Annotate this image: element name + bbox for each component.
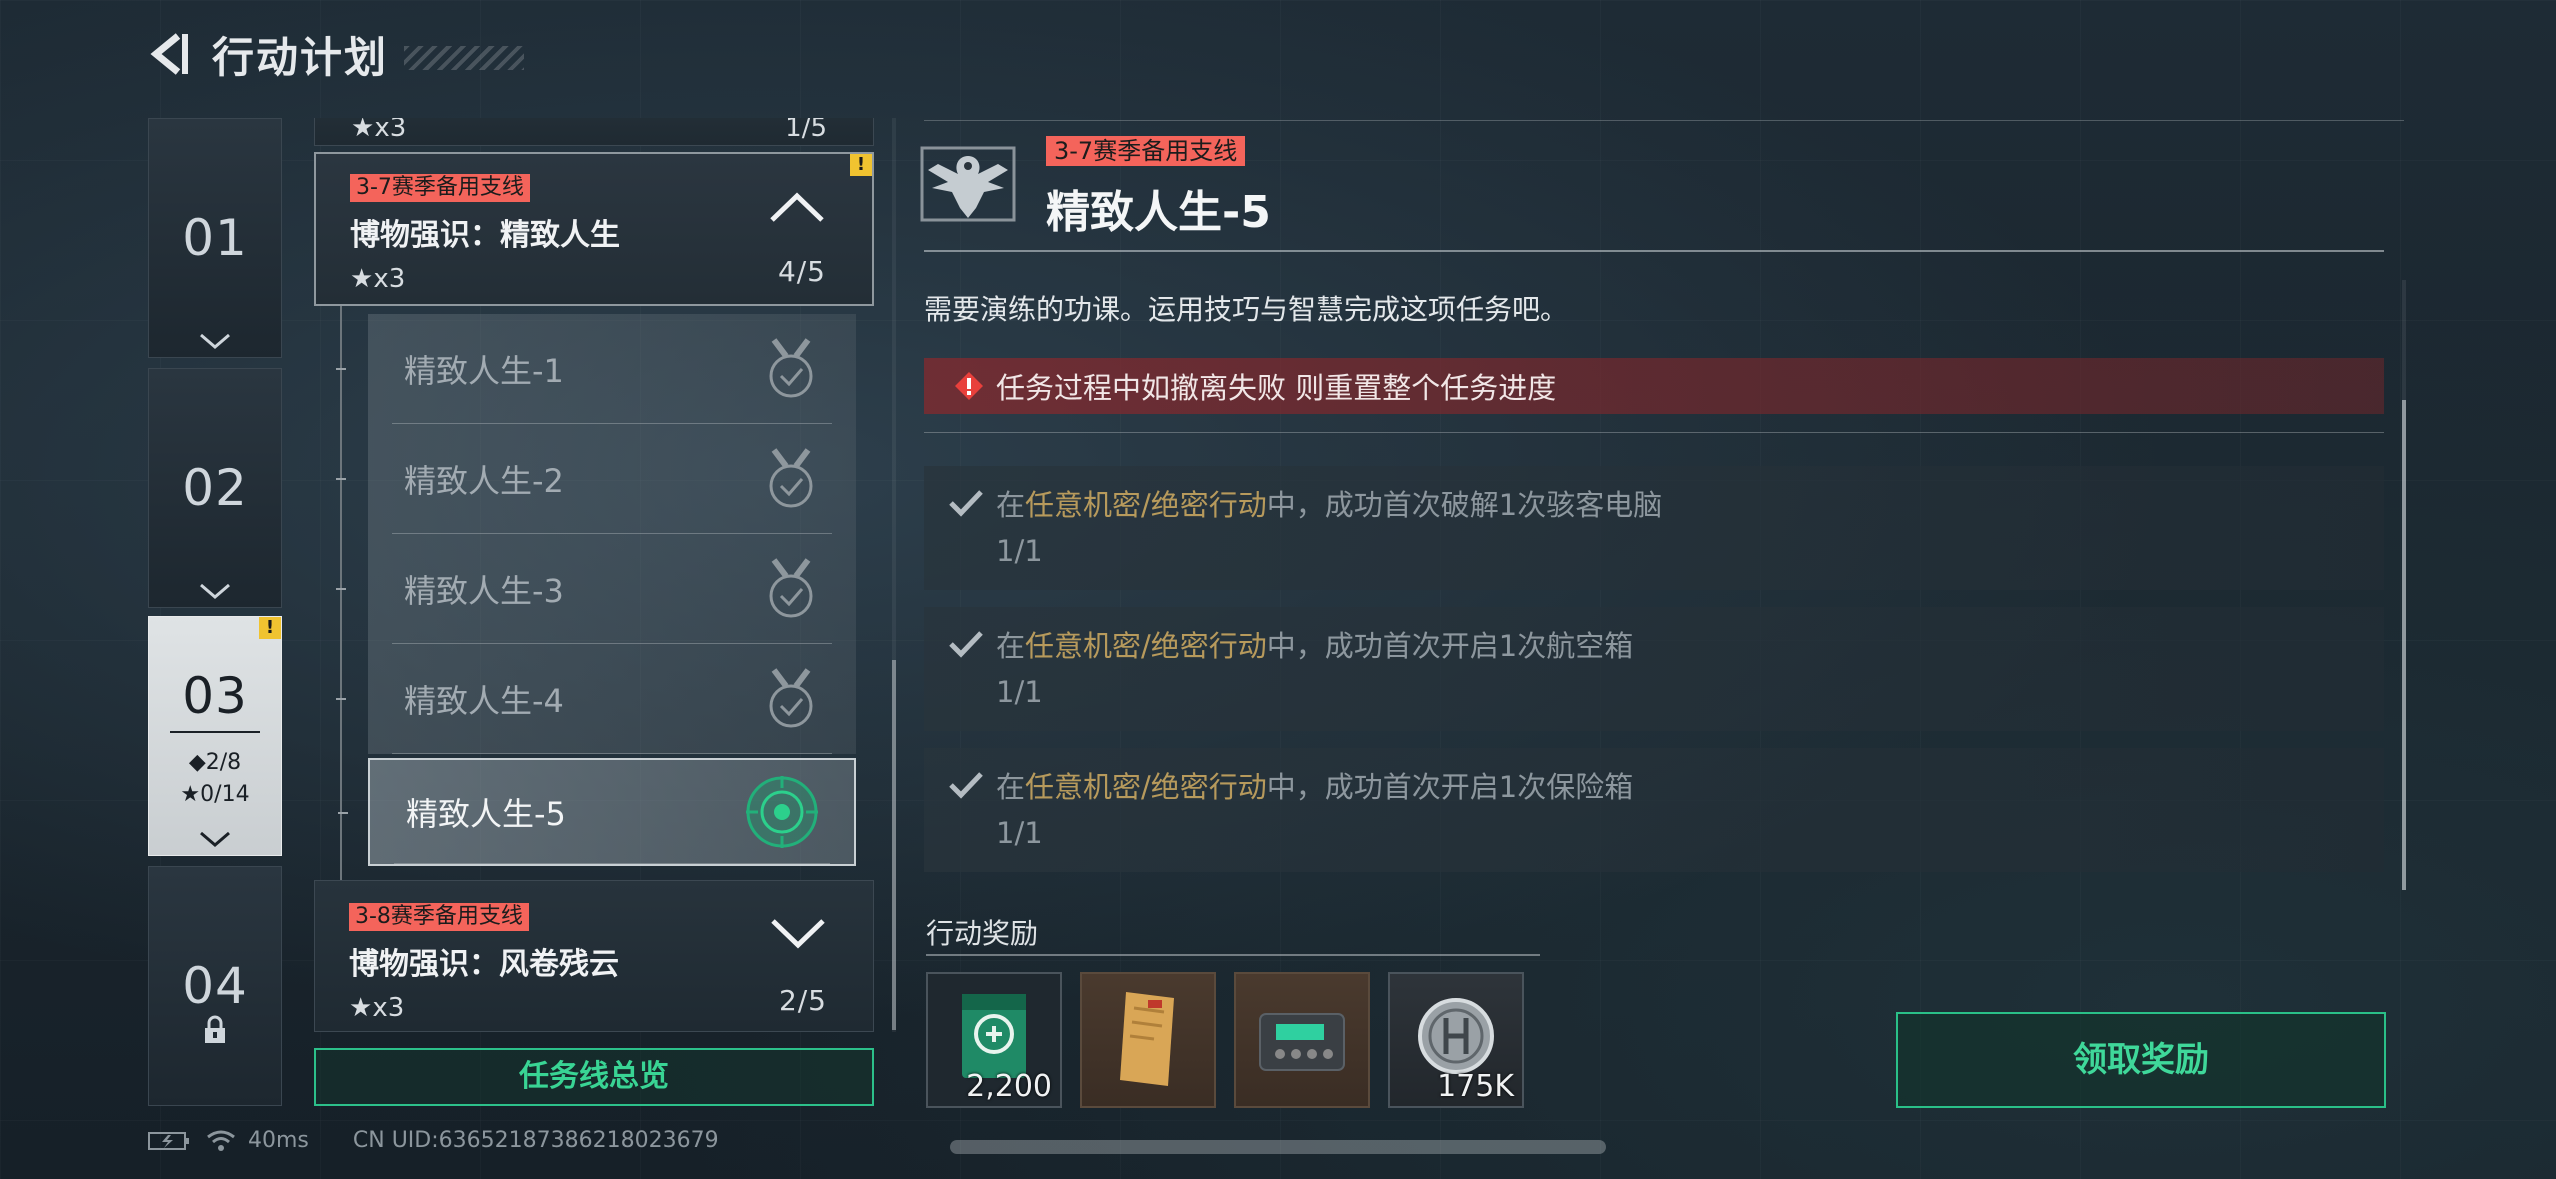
mission-card-partial[interactable]: ★x3 1/5 [314,118,874,146]
detail-description: 需要演练的功课。运用技巧与智慧完成这项任务吧。 [924,293,1569,326]
sub-mission-3[interactable]: 精致人生-3 [336,534,856,644]
mission-progress: 4/5 [777,255,826,288]
alert-icon [955,372,983,400]
page-header: 行动计划 [148,22,525,86]
mission-progress: 1/5 [785,118,827,143]
tree-connector [336,368,346,370]
device-icon [1259,1013,1345,1071]
chapter-02[interactable]: 02 [148,368,282,608]
rewards-divider [926,954,1540,956]
check-icon [949,772,983,799]
warning-badge: ! [850,154,872,176]
mission-list-scroll-thumb[interactable] [892,660,896,1030]
claim-reward-button[interactable]: 领取奖励 [1896,1012,2386,1108]
detail-season-tag: 3-7赛季备用支线 [1046,136,1246,166]
chevron-down-icon [200,333,230,349]
objective-row: 在任意机密/绝密行动中，成功首次开启1次航空箱 1/1 [924,607,2384,731]
season-tag: 3-7赛季备用支线 [350,174,530,202]
detail-title: 精致人生-5 [1046,187,1271,238]
objectives-scroll-thumb[interactable] [2402,400,2406,890]
objective-row: 在任意机密/绝密行动中，成功首次开启1次保险箱 1/1 [924,748,2384,872]
reward-quantity: 2,200 [966,1069,1052,1104]
chapter-03[interactable]: ! 03 ◆2/8 ★0/14 [148,616,282,856]
chapter-diamond-stat: ◆2/8 [188,750,242,775]
reward-item[interactable]: 175K [1388,972,1524,1108]
detail-divider-2 [924,432,2384,433]
sub-mission-label: 精致人生-2 [404,462,564,500]
objective-text: 在任意机密/绝密行动中，成功首次破解1次骇客电脑 [996,488,1663,522]
chapter-number: 04 [182,957,248,1015]
chapter-01[interactable]: 01 [148,118,282,358]
lock-icon [205,1015,225,1043]
sub-mission-4[interactable]: 精致人生-4 [336,644,856,754]
chapter-star-stat: ★0/14 [180,782,250,807]
chapter-04[interactable]: 04 [148,866,282,1106]
chapter-number: 01 [182,209,248,267]
tree-connector [336,588,346,590]
check-icon [949,490,983,517]
reward-item[interactable]: 2,200 [926,972,1062,1108]
mission-stars: ★x3 [351,118,407,143]
sub-mission-label: 精致人生-5 [406,795,566,833]
mission-card-next[interactable]: 3-8赛季备用支线 博物强识：风卷残云 ★x3 2/5 [314,880,874,1032]
user-uid: CN UID:636521873862180236​79 [352,1128,719,1153]
season-tag: 3-8赛季备用支线 [349,903,529,931]
mission-progress: 2/5 [778,984,827,1017]
objective-count: 1/1 [996,534,1043,568]
tree-connector [336,698,346,700]
tree-connector [338,812,348,814]
status-bar: 40ms CN UID:636521873862180236​79 [148,1128,719,1153]
chapter-number: 02 [182,459,248,517]
reward-item[interactable] [1080,972,1216,1108]
chapter-number: 03 [170,667,260,733]
title-decoration [404,46,525,70]
back-arrow-icon[interactable] [148,30,192,78]
horizontal-scrollbar[interactable] [950,1140,1606,1154]
reward-quantity: 175K [1437,1069,1514,1104]
detail-divider [924,250,2384,252]
objective-text: 在任意机密/绝密行动中，成功首次开启1次航空箱 [996,629,1634,663]
objective-text: 在任意机密/绝密行动中，成功首次开启1次保险箱 [996,770,1634,804]
chevron-down-icon [200,583,230,599]
chevron-up-icon[interactable] [768,190,826,224]
objective-count: 1/1 [996,816,1043,850]
objective-count: 1/1 [996,675,1043,709]
sub-mission-label: 精致人生-4 [404,682,564,720]
medal-check-icon [769,448,813,508]
medal-check-icon [769,338,813,398]
tree-connector [336,478,346,480]
warning-badge: ! [259,617,281,639]
warning-bar: 任务过程中如撤离失败 则重置整个任务进度 [924,358,2384,414]
medal-check-icon [769,668,813,728]
mission-list[interactable]: ★x3 1/5 ! 3-7赛季备用支线 博物强识：精致人生 ★x3 4/5 精致… [314,118,876,1032]
sub-mission-label: 精致人生-1 [404,352,564,390]
chevron-down-icon[interactable] [769,917,827,951]
sub-mission-5[interactable]: 精致人生-5 [338,758,856,866]
sub-mission-1[interactable]: 精致人生-1 [336,314,856,424]
target-active-icon [746,776,818,848]
rewards-label: 行动奖励 [926,917,1039,950]
mission-card-expanded[interactable]: ! 3-7赛季备用支线 博物强识：精致人生 ★x3 4/5 [314,152,874,306]
ping-value: 40ms [248,1128,309,1153]
mission-overview-button[interactable]: 任务线总览 [314,1048,874,1106]
check-icon [949,631,983,658]
sub-mission-label: 精致人生-3 [404,572,564,610]
sub-tree-line [340,306,342,930]
reward-item[interactable] [1234,972,1370,1108]
warning-text: 任务过程中如撤离失败 则重置整个任务进度 [996,371,1557,405]
detail-top-line [924,120,2404,121]
medal-check-icon [769,558,813,618]
document-icon [1120,992,1174,1086]
detail-season-tag-wrap: 3-7赛季备用支线 [1046,136,1246,166]
chevron-down-icon [200,831,230,847]
battery-charging-icon [148,1131,189,1150]
objective-row: 在任意机密/绝密行动中，成功首次破解1次骇客电脑 1/1 [924,466,2384,590]
eagle-emblem-icon [920,146,1016,222]
page-title: 行动计划 [212,32,389,82]
sub-mission-2[interactable]: 精致人生-2 [336,424,856,534]
wifi-icon [207,1130,235,1151]
